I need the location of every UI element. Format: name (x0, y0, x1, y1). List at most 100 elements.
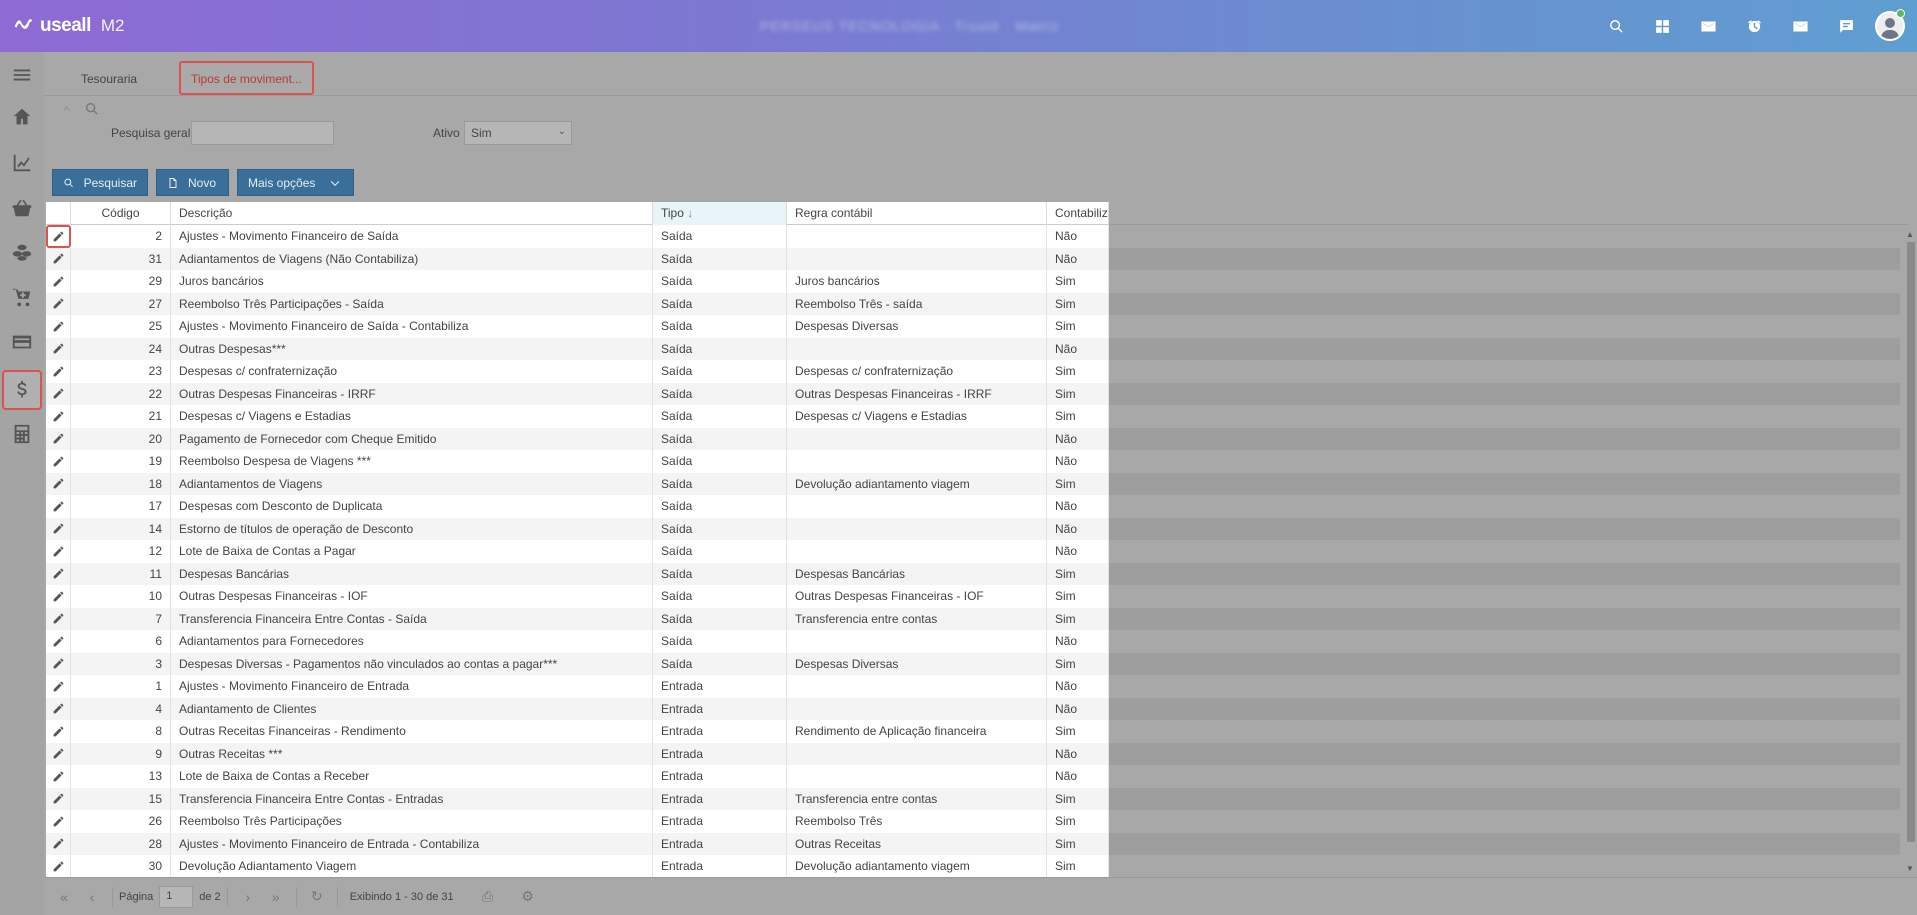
header-codigo[interactable]: Código (71, 202, 171, 225)
table-row[interactable]: 28 Ajustes - Movimento Financeiro de Entr… (46, 832, 1908, 855)
table-row[interactable]: 21 Despesas c/ Viagens e Estadias Saída Des… (46, 405, 1908, 428)
app-logo[interactable]: useall M2 (12, 12, 125, 40)
coins-icon[interactable] (0, 232, 44, 272)
table-row[interactable]: 26 Reembolso Três Participações Entrada Ree… (46, 810, 1908, 833)
basket-icon[interactable] (0, 188, 44, 228)
search-input[interactable] (191, 121, 334, 145)
tab-tesouraria[interactable]: Tesouraria (71, 62, 147, 96)
scrollbar-thumb[interactable] (1907, 242, 1915, 842)
table-row[interactable]: 6 Adiantamentos para Fornecedores Saída Não (46, 630, 1908, 653)
edit-icon[interactable] (46, 472, 71, 495)
edit-icon[interactable] (46, 697, 71, 720)
table-row[interactable]: 31 Adiantamentos de Viagens (Não Contabil… (46, 247, 1908, 270)
edit-icon[interactable] (46, 585, 71, 608)
vertical-scrollbar[interactable]: ▲ ▼ (1904, 230, 1917, 873)
home-icon[interactable] (0, 97, 44, 137)
edit-icon[interactable] (46, 382, 71, 405)
table-row[interactable]: 19 Reembolso Despesa de Viagens *** Saída N… (46, 450, 1908, 473)
table-row[interactable]: 17 Despesas com Desconto de Duplicata Saíd… (46, 495, 1908, 518)
edit-icon[interactable] (46, 540, 71, 563)
table-row[interactable]: 13 Lote de Baixa de Contas a Receber Entra… (46, 765, 1908, 788)
header-contabiliza[interactable]: Contabiliza (1047, 202, 1109, 225)
edit-icon[interactable] (46, 225, 71, 248)
chart-icon[interactable] (0, 143, 44, 183)
chat-icon[interactable] (1823, 0, 1869, 52)
edit-icon[interactable] (46, 450, 71, 473)
edit-icon[interactable] (46, 855, 71, 877)
edit-icon[interactable] (46, 607, 71, 630)
table-row[interactable]: 7 Transferencia Financeira Entre Contas -… (46, 607, 1908, 630)
mail-icon[interactable] (1777, 0, 1823, 52)
dollar-icon[interactable] (2, 370, 42, 410)
table-row[interactable]: 30 Devolução Adiantamento Viagem Entrada De… (46, 855, 1908, 877)
card-icon[interactable] (0, 322, 44, 362)
edit-icon[interactable] (46, 832, 71, 855)
collapse-icon[interactable]: ^ (64, 105, 69, 117)
cell-codigo: 30 (71, 855, 171, 877)
table-row[interactable]: 3 Despesas Diversas - Pagamentos não vinc… (46, 652, 1908, 675)
table-row[interactable]: 25 Ajustes - Movimento Financeiro de Saíd… (46, 315, 1908, 338)
header-descricao[interactable]: Descrição (171, 202, 653, 225)
settings-icon[interactable]: ⚙ (514, 883, 542, 911)
edit-icon[interactable] (46, 630, 71, 653)
edit-icon[interactable] (46, 517, 71, 540)
table-row[interactable]: 15 Transferencia Financeira Entre Contas … (46, 787, 1908, 810)
next-page-icon[interactable]: › (234, 883, 262, 911)
table-row[interactable]: 20 Pagamento de Fornecedor com Cheque Emi… (46, 427, 1908, 450)
table-row[interactable]: 10 Outras Despesas Financeiras - IOF Saída… (46, 585, 1908, 608)
print-icon[interactable]: ⎙ (474, 883, 502, 911)
new-button[interactable]: Novo (156, 169, 229, 196)
calculator-icon[interactable] (0, 414, 44, 454)
first-page-icon[interactable]: « (50, 883, 78, 911)
table-row[interactable]: 24 Outras Despesas*** Saída Não (46, 337, 1908, 360)
table-row[interactable]: 9 Outras Receitas *** Entrada Não (46, 742, 1908, 765)
table-row[interactable]: 18 Adiantamentos de Viagens Saída Devolução… (46, 472, 1908, 495)
menu-icon[interactable] (0, 55, 44, 95)
edit-icon[interactable] (46, 675, 71, 698)
header-tipo[interactable]: Tipo ↓ (653, 202, 787, 225)
header-regra[interactable]: Regra contábil (787, 202, 1047, 225)
scroll-up-icon[interactable]: ▲ (1906, 230, 1914, 239)
table-row[interactable]: 14 Estorno de títulos de operação de Desc… (46, 517, 1908, 540)
table-row[interactable]: 1 Ajustes - Movimento Financeiro de Entra… (46, 675, 1908, 698)
edit-icon[interactable] (46, 742, 71, 765)
edit-icon[interactable] (46, 270, 71, 293)
table-row[interactable]: 8 Outras Receitas Financeiras - Rendiment… (46, 720, 1908, 743)
edit-icon[interactable] (46, 405, 71, 428)
mail-icon[interactable] (1685, 0, 1731, 52)
refresh-icon[interactable]: ↻ (303, 883, 331, 911)
edit-icon[interactable] (46, 247, 71, 270)
edit-icon[interactable] (46, 292, 71, 315)
prev-page-icon[interactable]: ‹ (78, 883, 106, 911)
table-row[interactable]: 27 Reembolso Três Participações - Saída Sa… (46, 292, 1908, 315)
table-row[interactable]: 4 Adiantamento de Clientes Entrada Não (46, 697, 1908, 720)
edit-icon[interactable] (46, 720, 71, 743)
edit-icon[interactable] (46, 787, 71, 810)
edit-icon[interactable] (46, 765, 71, 788)
cart-add-icon[interactable] (0, 277, 44, 317)
search-button[interactable]: Pesquisar (52, 169, 148, 196)
table-row[interactable]: 12 Lote de Baixa de Contas a Pagar Saída Nã… (46, 540, 1908, 563)
search-icon[interactable] (1593, 0, 1639, 52)
more-options-button[interactable]: Mais opções (237, 169, 354, 196)
edit-icon[interactable] (46, 810, 71, 833)
scroll-down-icon[interactable]: ▼ (1906, 864, 1914, 873)
edit-icon[interactable] (46, 315, 71, 338)
table-row[interactable]: 2 Ajustes - Movimento Financeiro de Saída… (46, 225, 1908, 248)
ativo-select[interactable]: Sim ⌄ (464, 121, 572, 145)
edit-icon[interactable] (46, 360, 71, 383)
apps-icon[interactable] (1639, 0, 1685, 52)
table-row[interactable]: 22 Outras Despesas Financeiras - IRRF Saíd… (46, 382, 1908, 405)
edit-icon[interactable] (46, 427, 71, 450)
table-row[interactable]: 29 Juros bancários Saída Juros bancários Sim (46, 270, 1908, 293)
table-row[interactable]: 11 Despesas Bancárias Saída Despesas Bancár… (46, 562, 1908, 585)
last-page-icon[interactable]: » (262, 883, 290, 911)
edit-icon[interactable] (46, 562, 71, 585)
tab-tipos-de-movimento[interactable]: Tipos de moviment... (179, 61, 314, 95)
table-row[interactable]: 23 Despesas c/ confraternização Saída Despe… (46, 360, 1908, 383)
edit-icon[interactable] (46, 337, 71, 360)
alarm-icon[interactable] (1731, 0, 1777, 52)
edit-icon[interactable] (46, 495, 71, 518)
page-input[interactable]: 1 (159, 885, 194, 908)
edit-icon[interactable] (46, 652, 71, 675)
